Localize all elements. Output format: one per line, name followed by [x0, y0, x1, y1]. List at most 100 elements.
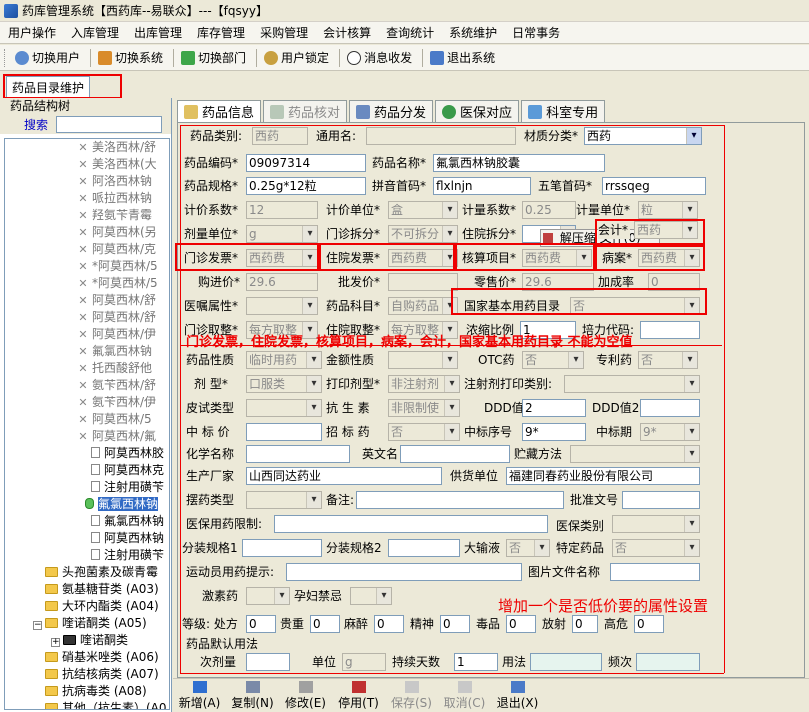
- high-risk-field[interactable]: 0: [634, 615, 664, 633]
- pack2-field[interactable]: [388, 539, 460, 557]
- tree-item[interactable]: ✕ 羟氨苄青霉: [5, 207, 169, 224]
- storage-select[interactable]: [570, 445, 700, 463]
- category-field[interactable]: 西药: [252, 127, 308, 145]
- maker-field[interactable]: 山西同达药业: [246, 467, 442, 485]
- accounting-select[interactable]: 西药: [634, 221, 698, 239]
- op-split-select[interactable]: 不可拆分: [388, 225, 458, 243]
- chem-name-field[interactable]: [246, 445, 350, 463]
- code-field[interactable]: 09097314: [246, 154, 366, 172]
- tab-drug-catalog[interactable]: 药品目录维护: [6, 76, 91, 98]
- pregnancy-select[interactable]: [350, 587, 392, 605]
- menu-accounting[interactable]: 会计核算: [319, 24, 375, 41]
- disable-button[interactable]: 停用(T): [332, 679, 385, 712]
- common-name-field[interactable]: [366, 127, 516, 145]
- ward-select[interactable]: 西药费: [638, 249, 700, 267]
- remark-field[interactable]: [356, 491, 564, 509]
- tree-item[interactable]: + 喹诺酮类: [5, 632, 169, 649]
- bid-price-field[interactable]: [246, 423, 322, 441]
- anesthesia-field[interactable]: 0: [374, 615, 404, 633]
- expand-icon[interactable]: +: [51, 638, 60, 647]
- skin-test-select[interactable]: [246, 399, 322, 417]
- op-invoice-select[interactable]: 西药费: [246, 249, 318, 267]
- measure-factor-field[interactable]: 0.25: [522, 201, 576, 219]
- athlete-field[interactable]: [286, 563, 522, 581]
- image-file-field[interactable]: [610, 563, 700, 581]
- tree-item[interactable]: ✕ 托西酸舒他: [5, 360, 169, 377]
- drug-tree[interactable]: ✕ 美洛西林/舒 ✕ 美洛西林(大 ✕ 阿洛西林钠 ✕ 哌拉西林钠 ✕ 羟氨苄青霉 ✕ 阿莫西林(另 ✕…: [4, 138, 170, 710]
- ddd1-field[interactable]: 2: [522, 399, 586, 417]
- edit-button[interactable]: 修改(E): [279, 679, 332, 712]
- tree-item[interactable]: 其他（抗生素）(A0: [5, 700, 169, 709]
- tree-item[interactable]: 注射用磺苄: [5, 547, 169, 564]
- menu-stock-out[interactable]: 出库管理: [130, 24, 186, 41]
- audit-select[interactable]: 西药费: [522, 249, 592, 267]
- tab-drug-info[interactable]: 药品信息: [177, 100, 262, 122]
- insurance-limit-field[interactable]: [274, 515, 548, 533]
- menu-purchase[interactable]: 采购管理: [256, 24, 312, 41]
- tab-insurance-map[interactable]: 医保对应: [435, 100, 520, 122]
- tree-item[interactable]: 抗病毒类 (A08): [5, 683, 169, 700]
- tree-item[interactable]: ✕ 阿洛西林钠: [5, 173, 169, 190]
- tree-item[interactable]: 阿莫西林胶: [5, 445, 169, 462]
- menu-daily[interactable]: 日常事务: [508, 24, 564, 41]
- tree-item[interactable]: 硝基米唑类 (A06): [5, 649, 169, 666]
- tree-item[interactable]: ✕ 阿莫西林/5: [5, 411, 169, 428]
- name-field[interactable]: 氟氯西林钠胶囊: [433, 154, 605, 172]
- tree-item[interactable]: ✕ 阿莫西林(另: [5, 224, 169, 241]
- exit-button[interactable]: 退出(X): [491, 679, 544, 712]
- tree-item[interactable]: 抗结核病类 (A07): [5, 666, 169, 683]
- add-button[interactable]: 新增(A): [173, 679, 226, 712]
- measure-unit-select[interactable]: 粒: [638, 201, 698, 219]
- tree-item[interactable]: 头孢菌素及碳青霉: [5, 564, 169, 581]
- spec-field[interactable]: 0.25g*12粒: [246, 177, 366, 195]
- switch-system-button[interactable]: 切换系统: [94, 49, 167, 66]
- purchase-field[interactable]: 29.6: [246, 273, 318, 291]
- pack1-field[interactable]: [242, 539, 322, 557]
- boost-field[interactable]: [640, 321, 700, 339]
- tree-item[interactable]: 氟氯西林钠: [5, 496, 169, 513]
- supplier-field[interactable]: 福建同春药业股份有限公司: [506, 467, 700, 485]
- material-select[interactable]: 西药: [584, 127, 702, 145]
- pricing-factor-field[interactable]: 12: [246, 201, 318, 219]
- order-attr-select[interactable]: [246, 297, 318, 315]
- menu-system[interactable]: 系统维护: [445, 24, 501, 41]
- tree-item[interactable]: 氨基糖苷类 (A03): [5, 581, 169, 598]
- english-name-field[interactable]: [400, 445, 510, 463]
- switch-user-button[interactable]: 切换用户: [11, 49, 84, 66]
- tree-item[interactable]: − 喹诺酮类 (A05): [5, 615, 169, 632]
- tree-item[interactable]: ✕ 阿莫西林/舒: [5, 309, 169, 326]
- tree-item[interactable]: ✕ 氨苄西林/舒: [5, 377, 169, 394]
- collapse-icon[interactable]: −: [33, 621, 42, 630]
- tree-item[interactable]: ✕ 阿莫西林/伊: [5, 326, 169, 343]
- cancel-button[interactable]: 取消(C): [438, 679, 491, 712]
- copy-button[interactable]: 复制(N): [226, 679, 279, 712]
- lock-user-button[interactable]: 用户锁定: [260, 49, 333, 66]
- otc-select[interactable]: 否: [522, 351, 584, 369]
- tree-item[interactable]: 注射用磺苄: [5, 479, 169, 496]
- usage-field[interactable]: [530, 653, 602, 671]
- unit-field[interactable]: g: [342, 653, 386, 671]
- print-form-select[interactable]: 非注射剂: [388, 375, 460, 393]
- nature-select[interactable]: 临时用药: [246, 351, 322, 369]
- bid-period-select[interactable]: 9*: [640, 423, 700, 441]
- subject-select[interactable]: 自购药品: [388, 297, 458, 315]
- prescription-grade-field[interactable]: 0: [246, 615, 276, 633]
- dose-field[interactable]: [246, 653, 290, 671]
- essential-select[interactable]: 否: [570, 297, 700, 315]
- patent-select[interactable]: 否: [638, 351, 698, 369]
- precious-field[interactable]: 0: [310, 615, 340, 633]
- approval-field[interactable]: [622, 491, 700, 509]
- transfusion-select[interactable]: 否: [506, 539, 550, 557]
- ddd2-field[interactable]: [640, 399, 700, 417]
- tree-item[interactable]: ✕ 哌拉西林钠: [5, 190, 169, 207]
- menu-query[interactable]: 查询统计: [382, 24, 438, 41]
- tree-item[interactable]: 阿莫西林克: [5, 462, 169, 479]
- wubi-field[interactable]: rrssqeg: [602, 177, 706, 195]
- special-drug-select[interactable]: 否: [612, 539, 700, 557]
- tree-item[interactable]: ✕ 阿莫西林/克: [5, 241, 169, 258]
- form-select[interactable]: 口服类: [246, 375, 322, 393]
- tab-drug-distribute[interactable]: 药品分发: [349, 100, 434, 122]
- frequency-field[interactable]: [636, 653, 700, 671]
- save-button[interactable]: 保存(S): [385, 679, 438, 712]
- pricing-unit-select[interactable]: 盒: [388, 201, 458, 219]
